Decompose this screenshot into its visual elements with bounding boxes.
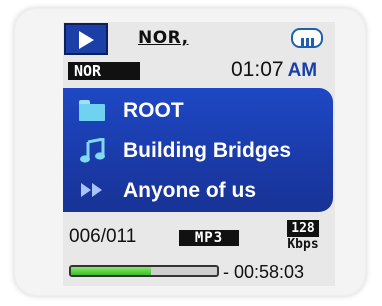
list-item-label: Building Bridges — [123, 139, 291, 162]
battery-icon — [291, 28, 323, 48]
bitrate-unit: Kbps — [287, 237, 319, 252]
music-note-icon — [79, 138, 107, 163]
clock-time: 01:07 — [231, 58, 284, 81]
list-item-label: Anyone of us — [123, 179, 257, 202]
clock: 01:07 AM — [231, 58, 317, 82]
list-item-root[interactable]: ROOT — [63, 90, 333, 131]
fast-forward-icon — [79, 178, 107, 202]
eq-mode-badge: NOR — [68, 62, 140, 80]
format-badge: MP3 — [179, 230, 239, 246]
player-screen: NOR, NOR 01:07AM ROOT Building Bridges — [63, 22, 335, 286]
progress-bar[interactable] — [69, 265, 219, 277]
bitrate-value: 128 — [287, 220, 319, 237]
list-item-building-bridges[interactable]: Building Bridges — [63, 130, 333, 171]
bitrate-indicator: 128 Kbps — [281, 220, 325, 256]
track-counter: 006/011 — [69, 226, 137, 247]
play-icon — [79, 31, 94, 49]
play-state-button[interactable] — [64, 23, 108, 55]
file-browser-list: ROOT Building Bridges Anyone of us — [63, 88, 333, 212]
eq-mode-indicator: NOR, — [138, 28, 189, 48]
clock-ampm: AM — [287, 60, 318, 81]
list-item-label: ROOT — [123, 99, 184, 122]
progress-fill — [71, 267, 152, 275]
list-item-anyone-of-us[interactable]: Anyone of us — [63, 170, 333, 211]
folder-icon — [79, 98, 107, 122]
remaining-time: - 00:58:03 — [223, 262, 305, 282]
